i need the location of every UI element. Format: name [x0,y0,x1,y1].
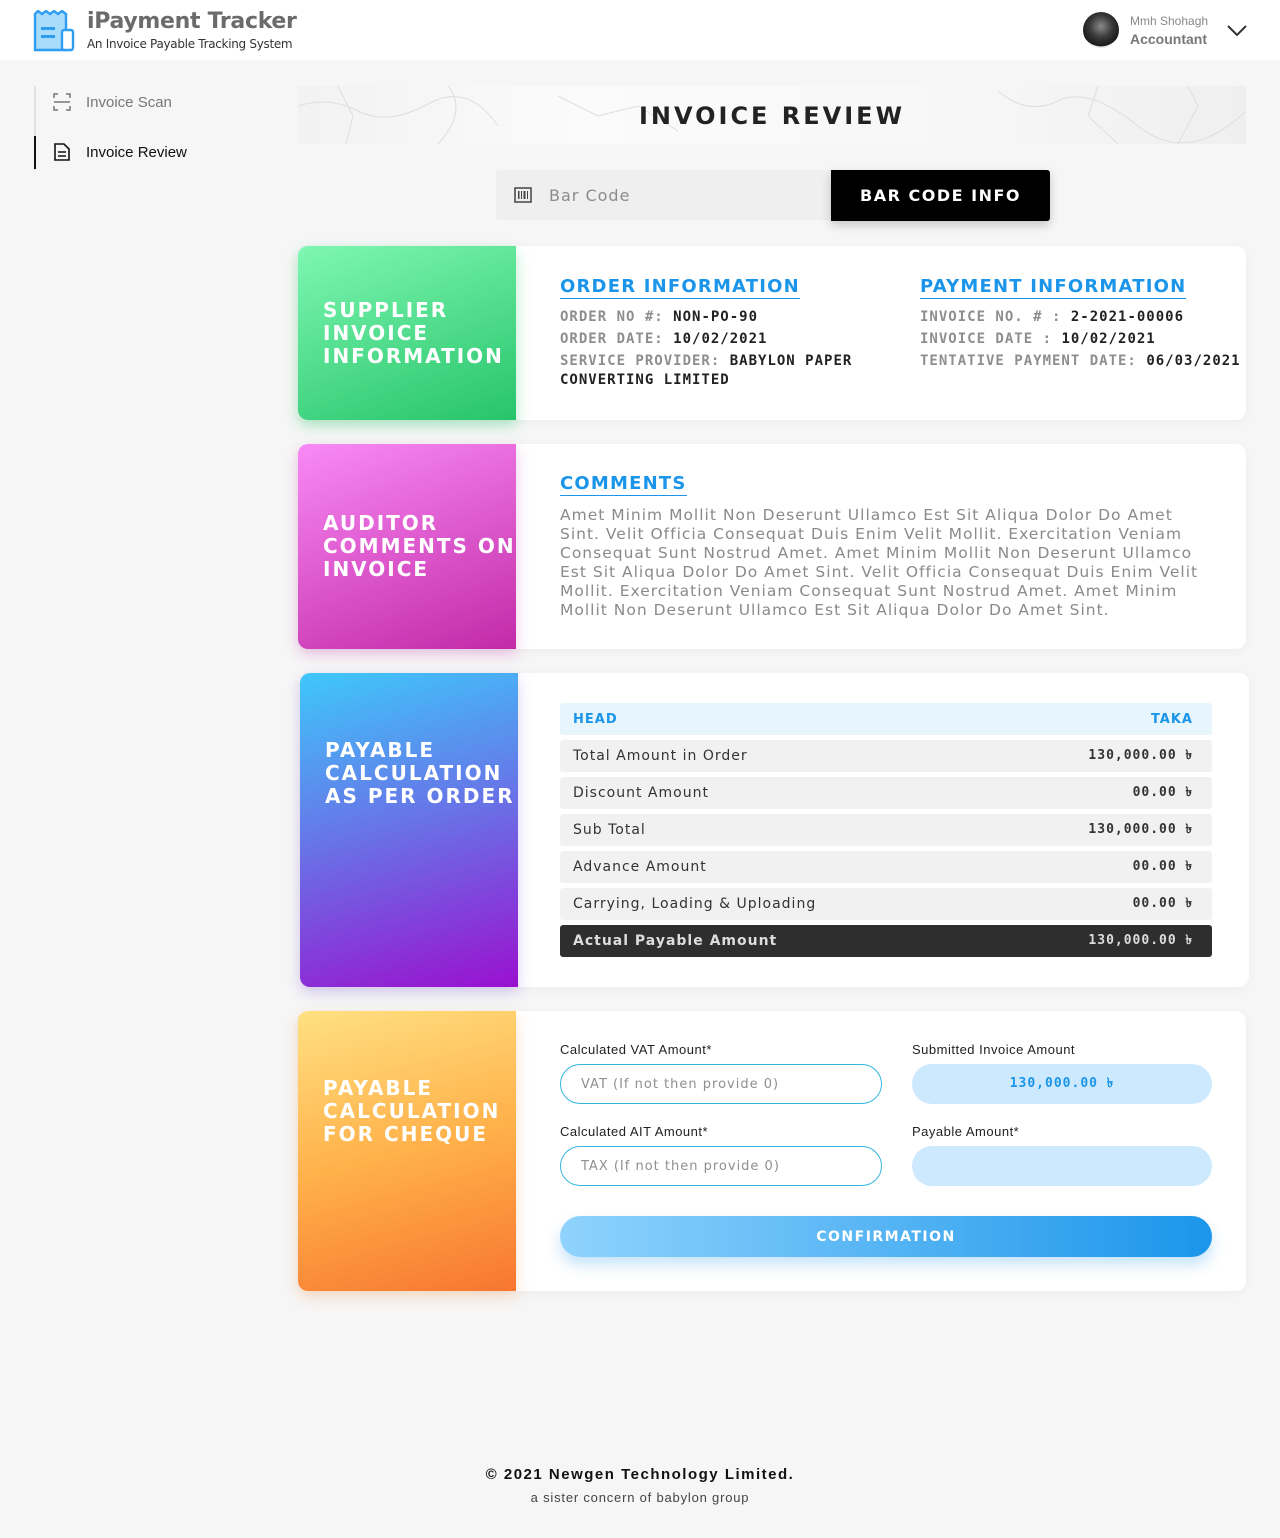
user-role: Accountant [1130,31,1207,47]
footer-copyright: © 2021 Newgen Technology Limited. [485,1466,795,1483]
sidebar-item-invoice-review[interactable]: Invoice Review [52,140,187,164]
cheque-panel-title: PAYABLE CALCULATION FOR CHEQUE [298,1011,516,1291]
scan-icon [53,93,71,111]
table-row: Total Amount in Order 130,000.00 ৳ [560,740,1212,772]
logo-icon [33,10,75,52]
page-banner: INVOICE REVIEW [298,86,1246,144]
barcode-input[interactable] [549,185,799,205]
service-provider: SERVICE PROVIDER: BABYLON PAPER CONVERTI… [560,353,853,388]
payment-info-title: PAYMENT INFORMATION [920,276,1187,299]
comments-title: COMMENTS [560,473,687,496]
table-row: Advance Amount 00.00 ৳ [560,851,1212,883]
top-bar: iPayment Tracker An Invoice Payable Trac… [0,0,1280,60]
chevron-down-icon[interactable] [1226,20,1248,40]
table-row: Discount Amount 00.00 ৳ [560,777,1212,809]
order-no: ORDER NO #: NON-PO-90 [560,309,759,325]
table-header: HEAD TAKA [560,703,1212,735]
document-icon [54,143,70,161]
table-row: Carrying, Loading & Uploading 00.00 ৳ [560,888,1212,920]
confirmation-button[interactable]: CONFIRMATION [560,1216,1212,1257]
submitted-amount-value: 130,000.00 ৳ [912,1064,1212,1104]
ait-input[interactable] [560,1146,882,1186]
vat-input[interactable] [560,1064,882,1104]
supplier-panel-title: SUPPLIER INVOICE INFORMATION [298,246,516,420]
invoice-date: INVOICE DATE : 10/02/2021 [920,331,1156,347]
barcode-icon [514,187,532,203]
comments-text: Amet Minim Mollit Non Deserunt Ullamco E… [560,506,1199,619]
sidebar-item-invoice-scan[interactable]: Invoice Scan [52,90,172,114]
page-title: INVOICE REVIEW [638,102,906,130]
payable-amount-label: Payable Amount* [912,1124,1020,1139]
app-subtitle: An Invoice Payable Tracking System [87,37,293,51]
barcode-info-button[interactable]: BAR CODE INFO [831,170,1050,221]
order-date: ORDER DATE: 10/02/2021 [560,331,768,347]
submitted-amount-label: Submitted Invoice Amount [912,1042,1076,1057]
taka-column-header: TAKA [1150,711,1193,727]
head-column-header: HEAD [573,711,618,727]
user-name: Mmh Shohagh [1130,14,1209,28]
ait-label: Calculated AIT Amount* [560,1124,709,1139]
sidebar-active-indicator [34,136,36,169]
sidebar-item-label: Invoice Review [86,143,187,161]
tentative-payment-date: TENTATIVE PAYMENT DATE: 06/03/2021 [920,353,1241,369]
vat-label: Calculated VAT Amount* [560,1042,712,1057]
table-row: Sub Total 130,000.00 ৳ [560,814,1212,846]
sidebar-item-label: Invoice Scan [86,93,172,111]
order-info-title: ORDER INFORMATION [560,276,800,299]
payable-amount-field[interactable] [912,1146,1212,1186]
avatar[interactable] [1083,12,1119,48]
app-title: iPayment Tracker [87,9,297,34]
invoice-no: INVOICE NO. # : 2-2021-00006 [920,309,1185,325]
table-total-row: Actual Payable Amount 130,000.00 ৳ [560,925,1212,957]
auditor-panel-title: AUDITOR COMMENTS ON INVOICE [298,444,516,649]
order-calc-panel-title: PAYABLE CALCULATION AS PER ORDER [300,673,518,987]
footer-tagline: a sister concern of babylon group [530,1490,750,1505]
barcode-search [496,170,831,220]
